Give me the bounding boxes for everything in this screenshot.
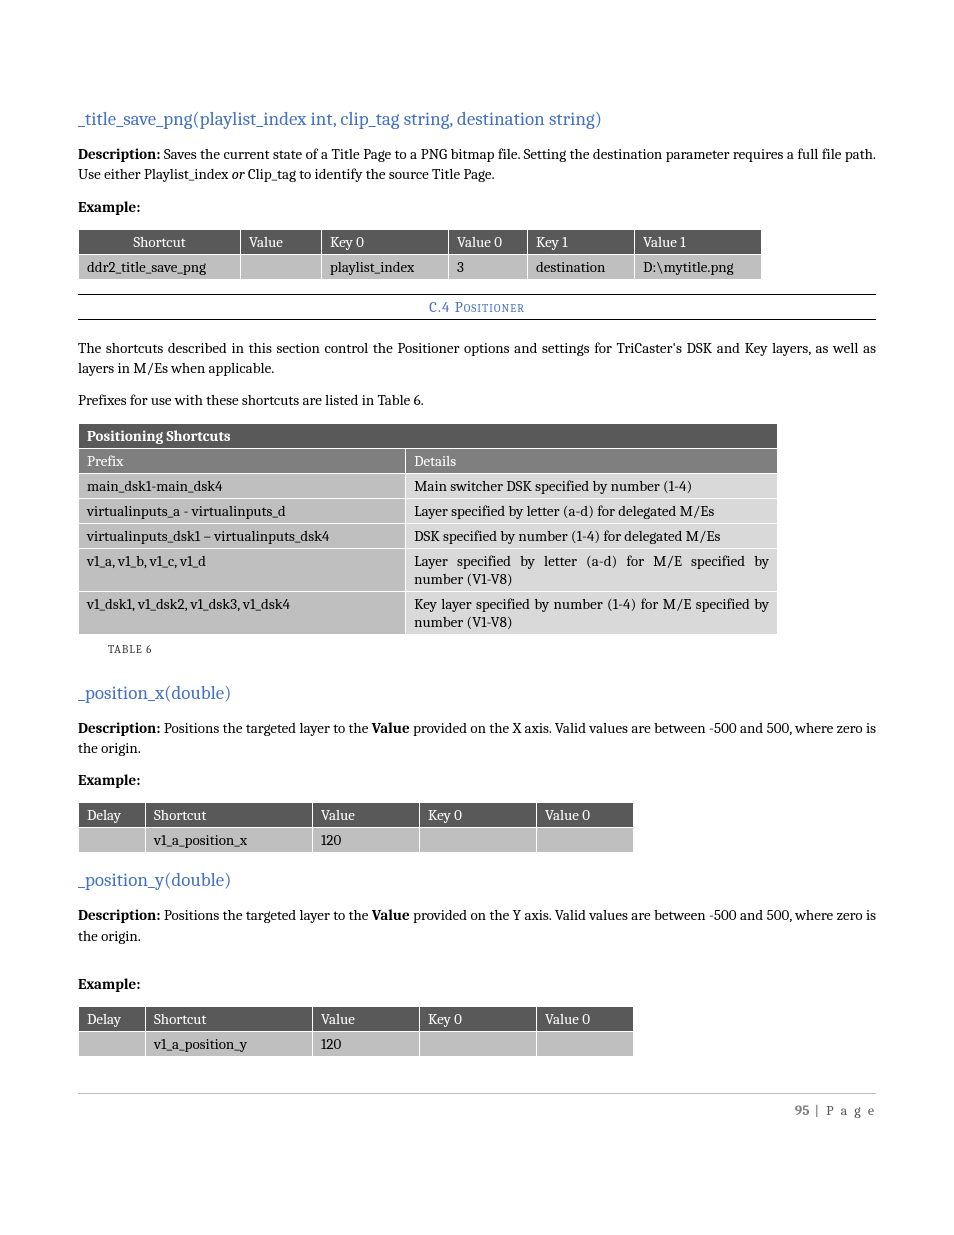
table-header-row: Delay Shortcut Value Key 0 Value 0	[79, 1007, 634, 1032]
th-delay: Delay	[79, 803, 146, 828]
td-prefix: v1_a, v1_b, v1_c, v1_d	[79, 548, 406, 591]
th-val0: Value 0	[537, 1007, 634, 1032]
td-details: Layer specified by letter (a-d) for dele…	[406, 498, 778, 523]
table-title-row: Positioning Shortcuts	[79, 423, 778, 448]
td-shortcut: v1_a_position_y	[146, 1032, 313, 1057]
table-row: v1_a, v1_b, v1_c, v1_d Layer specified b…	[79, 548, 778, 591]
table-positioning-shortcuts: Positioning Shortcuts Prefix Details mai…	[78, 423, 778, 635]
td-value: 120	[313, 828, 420, 853]
td-delay	[79, 828, 146, 853]
heading-title-save-png: _title_save_png(playlist_index int, clip…	[78, 108, 876, 130]
page-body: _title_save_png(playlist_index int, clip…	[0, 0, 954, 1179]
section-separator: C.4 Positioner	[78, 294, 876, 320]
th-key0: Key 0	[322, 229, 449, 254]
heading-position-x: _position_x(double)	[78, 682, 876, 704]
td-shortcut: v1_a_position_x	[146, 828, 313, 853]
td-val0	[537, 1032, 634, 1057]
example-label: Example:	[78, 974, 876, 994]
th-value: Value	[241, 229, 322, 254]
desc-label: Description:	[78, 719, 160, 737]
td-prefix: main_dsk1-main_dsk4	[79, 473, 406, 498]
table-row: v1_a_position_x 120	[79, 828, 634, 853]
page-footer: 95 | P a g e	[78, 1093, 876, 1119]
td-details: DSK specified by number (1-4) for delega…	[406, 523, 778, 548]
td-key1: destination	[528, 254, 635, 279]
table-position-x: Delay Shortcut Value Key 0 Value 0 v1_a_…	[78, 802, 634, 853]
td-val0	[537, 828, 634, 853]
th-value: Value	[313, 803, 420, 828]
td-details: Key layer specified by number (1-4) for …	[406, 591, 778, 634]
example-label: Example:	[78, 197, 876, 217]
desc-text-a: Positions the targeted layer to the	[160, 719, 371, 737]
table-row: main_dsk1-main_dsk4 Main switcher DSK sp…	[79, 473, 778, 498]
th-key0: Key 0	[420, 1007, 537, 1032]
td-key0	[420, 1032, 537, 1057]
td-details: Layer specified by letter (a-d) for M/E …	[406, 548, 778, 591]
th-key1: Key 1	[528, 229, 635, 254]
desc-text-a: Positions the targeted layer to the	[160, 906, 371, 924]
example-label: Example:	[78, 770, 876, 790]
desc-label: Description:	[78, 145, 160, 163]
th-delay: Delay	[79, 1007, 146, 1032]
th-val0: Value 0	[537, 803, 634, 828]
footer-word: P a g e	[826, 1102, 876, 1119]
td-prefix: v1_dsk1, v1_dsk2, v1_dsk3, v1_dsk4	[79, 591, 406, 634]
td-value: 120	[313, 1032, 420, 1057]
desc-value: Value	[372, 719, 410, 737]
td-val1: D:\mytitle.png	[635, 254, 762, 279]
th-value: Value	[313, 1007, 420, 1032]
td-value	[241, 254, 322, 279]
th-details: Details	[406, 448, 778, 473]
page-number: 95	[795, 1102, 810, 1119]
desc-paragraph: Description: Positions the targeted laye…	[78, 905, 876, 946]
table-row: v1_a_position_y 120	[79, 1032, 634, 1057]
heading-position-y: _position_y(double)	[78, 869, 876, 891]
td-shortcut: ddr2_title_save_png	[79, 254, 241, 279]
table-title-save-png: Shortcut Value Key 0 Value 0 Key 1 Value…	[78, 229, 762, 280]
section-label: C.4 Positioner	[429, 298, 525, 316]
td-val0: 3	[449, 254, 528, 279]
th-title: Positioning Shortcuts	[79, 423, 778, 448]
td-details: Main switcher DSK specified by number (1…	[406, 473, 778, 498]
footer-sep: |	[810, 1102, 827, 1119]
desc-text-b: Clip_tag to identify the source Title Pa…	[245, 165, 495, 183]
table-caption: TABLE 6	[108, 643, 846, 656]
th-prefix: Prefix	[79, 448, 406, 473]
th-shortcut: Shortcut	[79, 229, 241, 254]
th-shortcut: Shortcut	[146, 1007, 313, 1032]
desc-label: Description:	[78, 906, 160, 924]
table-position-y: Delay Shortcut Value Key 0 Value 0 v1_a_…	[78, 1006, 634, 1057]
th-shortcut: Shortcut	[146, 803, 313, 828]
td-prefix: virtualinputs_a - virtualinputs_d	[79, 498, 406, 523]
table-header-row: Delay Shortcut Value Key 0 Value 0	[79, 803, 634, 828]
td-key0	[420, 828, 537, 853]
desc-or: or	[232, 165, 245, 183]
th-val1: Value 1	[635, 229, 762, 254]
td-delay	[79, 1032, 146, 1057]
table-row: ddr2_title_save_png playlist_index 3 des…	[79, 254, 762, 279]
th-key0: Key 0	[420, 803, 537, 828]
desc-paragraph: Description: Saves the current state of …	[78, 144, 876, 185]
table-row: virtualinputs_a - virtualinputs_d Layer …	[79, 498, 778, 523]
table-row: v1_dsk1, v1_dsk2, v1_dsk3, v1_dsk4 Key l…	[79, 591, 778, 634]
desc-value: Value	[372, 906, 410, 924]
table-subheader-row: Prefix Details	[79, 448, 778, 473]
td-key0: playlist_index	[322, 254, 449, 279]
table-header-row: Shortcut Value Key 0 Value 0 Key 1 Value…	[79, 229, 762, 254]
th-val0: Value 0	[449, 229, 528, 254]
desc-paragraph: Description: Positions the targeted laye…	[78, 718, 876, 759]
td-prefix: virtualinputs_dsk1 – virtualinputs_dsk4	[79, 523, 406, 548]
table-row: virtualinputs_dsk1 – virtualinputs_dsk4 …	[79, 523, 778, 548]
positioner-p1: The shortcuts described in this section …	[78, 338, 876, 379]
positioner-p2: Prefixes for use with these shortcuts ar…	[78, 390, 876, 410]
